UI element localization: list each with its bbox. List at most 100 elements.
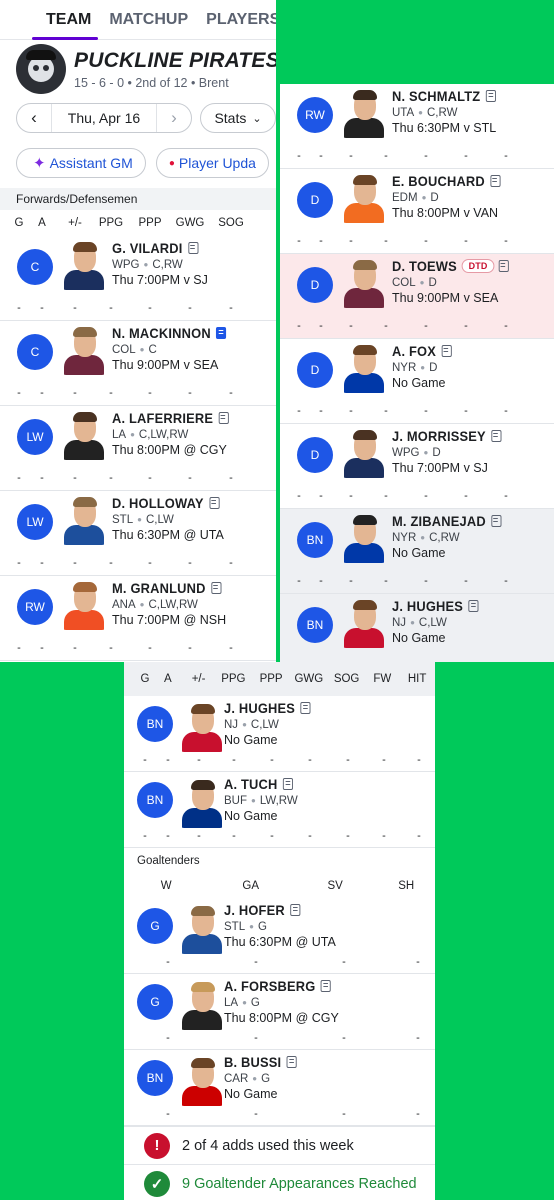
position-button[interactable]: G bbox=[137, 984, 173, 1020]
column-header[interactable]: GWG bbox=[290, 673, 328, 685]
assistant-gm-button[interactable]: ✦ Assistant GM bbox=[16, 148, 146, 178]
position-button[interactable]: BN bbox=[297, 607, 333, 643]
notes-icon[interactable] bbox=[283, 778, 294, 790]
column-header[interactable]: +/- bbox=[183, 673, 215, 685]
notes-icon[interactable] bbox=[290, 904, 301, 916]
player-headshot[interactable] bbox=[62, 240, 106, 290]
position-button[interactable]: RW bbox=[17, 589, 53, 625]
notes-icon[interactable] bbox=[498, 260, 509, 272]
notes-icon[interactable] bbox=[491, 515, 502, 527]
column-header[interactable]: GWG bbox=[170, 217, 210, 229]
column-header[interactable]: SOG bbox=[210, 217, 252, 229]
player-name[interactable]: D. HOLLOWAY bbox=[112, 495, 204, 511]
column-header[interactable]: G bbox=[137, 673, 153, 685]
notes-icon[interactable] bbox=[300, 702, 311, 714]
notes-icon[interactable] bbox=[286, 1056, 297, 1068]
player-headshot[interactable] bbox=[62, 410, 106, 460]
notes-icon[interactable] bbox=[188, 242, 199, 254]
player-name[interactable]: N. MACKINNON bbox=[112, 325, 211, 341]
column-header[interactable]: HIT bbox=[399, 673, 435, 685]
player-headshot[interactable] bbox=[342, 598, 386, 648]
notes-icon[interactable] bbox=[441, 345, 452, 357]
position-button[interactable]: BN bbox=[137, 706, 173, 742]
player-row[interactable]: C G. VILARDI WPG ● C,RW Thu 7:00PM v SJ - - - - - -… bbox=[0, 236, 276, 321]
player-headshot[interactable] bbox=[62, 495, 106, 545]
player-name[interactable]: N. SCHMALTZ bbox=[392, 88, 480, 104]
notes-icon[interactable] bbox=[491, 430, 502, 442]
column-header[interactable]: PPG bbox=[214, 673, 252, 685]
player-name[interactable]: J. HUGHES bbox=[392, 598, 463, 614]
player-headshot[interactable] bbox=[180, 702, 224, 752]
column-header[interactable]: W bbox=[124, 880, 208, 892]
player-headshot[interactable] bbox=[180, 1056, 224, 1106]
player-name[interactable]: J. HOFER bbox=[224, 902, 285, 918]
player-name[interactable]: A. LAFERRIERE bbox=[112, 410, 213, 426]
player-name[interactable]: E. BOUCHARD bbox=[392, 173, 485, 189]
column-header[interactable]: GA bbox=[208, 880, 292, 892]
player-name[interactable]: J. HUGHES bbox=[224, 700, 295, 716]
notes-icon[interactable] bbox=[209, 497, 220, 509]
player-row[interactable]: D J. MORRISSEY WPG ● D Thu 7:00PM v SJ - - - - - - - bbox=[280, 424, 554, 509]
player-row[interactable]: BN J. HUGHES NJ ● C,LW No Game - - - - - - - - - bbox=[124, 696, 435, 772]
position-button[interactable]: LW bbox=[17, 419, 53, 455]
column-header[interactable]: FW bbox=[365, 673, 399, 685]
player-row[interactable]: BNJ. HUGHESNJ●C,LWNo Game------- bbox=[280, 594, 554, 662]
player-row[interactable]: C N. MACKINNON COL ● C Thu 9:00PM v SEA - - - - - -… bbox=[0, 321, 276, 406]
position-button[interactable]: BN bbox=[297, 522, 333, 558]
player-row[interactable]: G A. FORSBERG LA ● G Thu 8:00PM @ CGY - - - - bbox=[124, 974, 435, 1050]
player-row[interactable]: BN A. TUCH BUF ● LW,RW No Game - - - - - - - - - bbox=[124, 772, 435, 848]
position-button[interactable]: BN bbox=[137, 782, 173, 818]
notes-icon[interactable] bbox=[211, 582, 222, 594]
position-button[interactable]: BN bbox=[137, 1060, 173, 1096]
player-row[interactable]: RW M. GRANLUND ANA ● C,LW,RW Thu 7:00PM @ NSH… bbox=[0, 576, 276, 661]
tab-players[interactable]: PLAYERS bbox=[206, 0, 276, 40]
position-button[interactable]: C bbox=[17, 249, 53, 285]
position-button[interactable]: D bbox=[297, 182, 333, 218]
position-button[interactable]: G bbox=[137, 908, 173, 944]
player-name[interactable]: M. ZIBANEJAD bbox=[392, 513, 486, 529]
player-name[interactable]: B. BUSSI bbox=[224, 1054, 281, 1070]
player-row[interactable]: LW A. LAFERRIERE LA ● C,LW,RW Thu 8:00PM @ CG… bbox=[0, 406, 276, 491]
stats-dropdown[interactable]: Stats ⌄ bbox=[200, 103, 276, 133]
chevron-left-icon[interactable]: ‹ bbox=[17, 108, 51, 128]
player-row[interactable]: BN B. BUSSI CAR ● G No Game - - - - bbox=[124, 1050, 435, 1126]
player-headshot[interactable] bbox=[342, 343, 386, 393]
player-row[interactable]: BN M. ZIBANEJAD NYR ● C,RW No Game - - - - - - - bbox=[280, 509, 554, 594]
position-button[interactable]: RW bbox=[297, 97, 333, 133]
player-headshot[interactable] bbox=[342, 173, 386, 223]
player-name[interactable]: G. VILARDI bbox=[112, 240, 183, 256]
notes-icon[interactable] bbox=[485, 90, 497, 102]
position-button[interactable]: D bbox=[297, 267, 333, 303]
position-button[interactable]: D bbox=[297, 352, 333, 388]
column-header[interactable]: PPP bbox=[252, 673, 290, 685]
player-headshot[interactable] bbox=[180, 778, 224, 828]
tab-matchup[interactable]: MATCHUP bbox=[91, 0, 206, 40]
player-headshot[interactable] bbox=[62, 325, 106, 375]
player-headshot[interactable] bbox=[180, 904, 224, 954]
player-name[interactable]: M. GRANLUND bbox=[112, 580, 206, 596]
column-header[interactable]: PPP bbox=[130, 217, 170, 229]
player-name[interactable]: A. FORSBERG bbox=[224, 978, 315, 994]
team-logo[interactable] bbox=[16, 44, 66, 94]
column-header[interactable]: SH bbox=[377, 880, 435, 892]
notes-icon[interactable] bbox=[218, 412, 229, 424]
column-header[interactable]: A bbox=[26, 217, 58, 229]
player-row[interactable]: RW N. SCHMALTZ UTA ● C,RW Thu 6:30PM v STL - - -… bbox=[280, 84, 554, 169]
notes-icon[interactable] bbox=[490, 175, 501, 187]
player-name[interactable]: J. MORRISSEY bbox=[392, 428, 486, 444]
player-row[interactable]: D E. BOUCHARD EDM ● D Thu 8:00PM v VAN - - - - - - - bbox=[280, 169, 554, 254]
column-header[interactable]: PPG bbox=[92, 217, 130, 229]
position-button[interactable]: C bbox=[17, 334, 53, 370]
player-row[interactable]: LW D. HOLLOWAY STL ● C,LW Thu 6:30PM @ UTA - - -… bbox=[0, 491, 276, 576]
notes-icon[interactable] bbox=[216, 327, 227, 339]
column-header[interactable]: A bbox=[153, 673, 183, 685]
position-button[interactable]: D bbox=[297, 437, 333, 473]
notes-icon[interactable] bbox=[321, 980, 332, 992]
player-headshot[interactable] bbox=[342, 428, 386, 478]
player-name[interactable]: A. TUCH bbox=[224, 776, 278, 792]
player-row[interactable]: G J. HOFER STL ● G Thu 6:30PM @ UTA - - - - bbox=[124, 898, 435, 974]
column-header[interactable]: +/- bbox=[58, 217, 92, 229]
date-label[interactable]: Thu, Apr 16 bbox=[51, 104, 157, 132]
notes-icon[interactable] bbox=[468, 600, 479, 612]
column-header[interactable]: SOG bbox=[328, 673, 366, 685]
